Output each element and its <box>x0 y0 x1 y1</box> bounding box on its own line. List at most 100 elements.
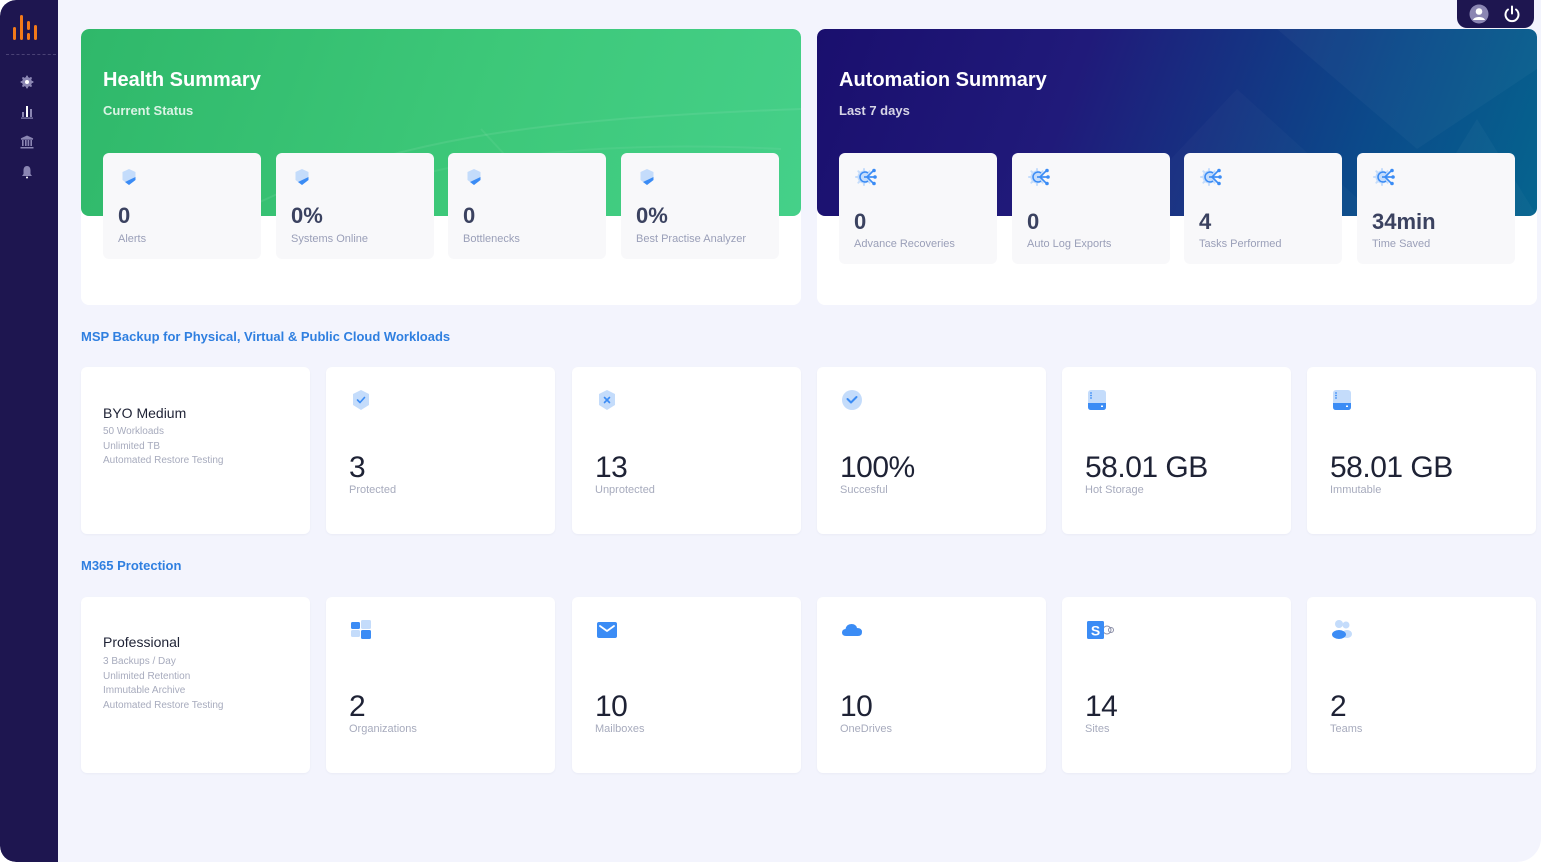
health-summary-title: Health Summary <box>103 69 261 91</box>
m365-section-title: M365 Protection <box>81 558 182 573</box>
automation-gear-icon <box>1200 168 1222 186</box>
stat-label: OneDrives <box>840 723 892 735</box>
stat-label: Sites <box>1085 723 1110 735</box>
stat-value: 0% <box>636 203 668 228</box>
stat-value: 34min <box>1372 209 1436 234</box>
stat-label: Protected <box>349 484 397 496</box>
app-frame: Health Summary Current Status 0 Alerts 0… <box>0 0 1541 862</box>
stat-label: Unprotected <box>595 484 655 496</box>
stat-label: Hot Storage <box>1085 484 1144 496</box>
shield-check-icon <box>353 390 369 410</box>
stat-label: Mailboxes <box>595 723 645 735</box>
health-summary-subtitle: Current Status <box>103 103 194 118</box>
plan-feature: 50 Workloads <box>103 426 164 437</box>
plan-features: 50 Workloads Unlimited TB Automated Rest… <box>103 425 223 469</box>
gear-icon <box>20 75 34 89</box>
plan-feature: Automated Restore Testing <box>103 699 224 711</box>
automation-summary-subtitle: Last 7 days <box>839 103 910 118</box>
sidebar-divider <box>6 54 56 55</box>
storage-drive-icon <box>1333 390 1351 410</box>
shield-icon <box>122 169 136 185</box>
health-stat-bottlenecks[interactable]: 0 Bottlenecks <box>448 153 606 259</box>
stat-value: 58.01 GB <box>1330 451 1453 484</box>
stat-label: Bottlenecks <box>463 233 520 245</box>
m365-plan-card[interactable]: Professional 3 Backups / Day Unlimited R… <box>81 597 310 773</box>
shield-icon <box>640 169 654 185</box>
msp-plan-card[interactable]: BYO Medium 50 Workloads Unlimited TB Aut… <box>81 367 310 534</box>
automation-stat-time-saved[interactable]: 34min Time Saved <box>1357 153 1515 264</box>
stat-value: 2 <box>1330 690 1347 723</box>
user-icon <box>1469 4 1489 24</box>
bank-icon <box>20 135 34 149</box>
user-controls <box>1457 0 1534 28</box>
stat-label: Systems Online <box>291 233 369 245</box>
automation-gear-icon <box>1028 168 1050 186</box>
sidebar-item-institution[interactable] <box>17 132 37 152</box>
stat-value: 2 <box>349 690 366 723</box>
stat-value: 0 <box>854 209 867 234</box>
sidebar-item-notifications[interactable] <box>17 162 37 182</box>
stat-value: 0 <box>118 203 131 228</box>
app-logo[interactable] <box>13 14 43 42</box>
svg-text:S: S <box>1091 623 1100 639</box>
stat-label: Succesful <box>840 484 888 496</box>
automation-stat-advance-recoveries[interactable]: 0 Advance Recoveries <box>839 153 997 264</box>
msp-stat-successful[interactable]: 100% Succesful <box>817 367 1046 534</box>
stat-value: 14 <box>1085 690 1118 723</box>
plan-features: 3 Backups / Day Unlimited Retention Immu… <box>103 655 223 713</box>
shield-icon <box>467 169 481 185</box>
msp-backup-section-title: MSP Backup for Physical, Virtual & Publi… <box>81 329 451 344</box>
shield-icon <box>295 169 309 185</box>
m365-stat-sites[interactable]: S 14 Sites <box>1062 597 1291 773</box>
stat-label: Auto Log Exports <box>1027 238 1112 250</box>
storage-drive-icon <box>1088 390 1106 410</box>
stat-value: 0 <box>1027 209 1040 234</box>
power-button[interactable] <box>1501 3 1523 25</box>
power-icon <box>1504 5 1520 23</box>
sidebar-item-settings[interactable] <box>17 72 37 92</box>
plan-feature: Automated Restore Testing <box>103 455 224 467</box>
plan-feature: Unlimited TB <box>103 440 161 452</box>
msp-stat-unprotected[interactable]: 13 Unprotected <box>572 367 801 534</box>
plan-name: BYO Medium <box>103 405 187 421</box>
plan-feature: Immutable Archive <box>103 685 186 697</box>
health-stat-best-practise[interactable]: 0% Best Practise Analyzer <box>621 153 779 259</box>
stat-value: 10 <box>595 690 628 723</box>
check-circle-icon <box>842 390 862 410</box>
automation-gear-icon <box>1373 168 1395 186</box>
mail-icon <box>597 622 617 638</box>
automation-stat-auto-log-exports[interactable]: 0 Auto Log Exports <box>1012 153 1170 264</box>
m365-stat-teams[interactable]: 2 Teams <box>1307 597 1536 773</box>
automation-stat-tasks-performed[interactable]: 4 Tasks Performed <box>1184 153 1342 264</box>
automation-summary-panel: Automation Summary Last 7 days 0 Advance… <box>817 29 1537 305</box>
plan-feature: Unlimited Retention <box>103 670 191 682</box>
msp-stat-hot-storage[interactable]: 58.01 GB Hot Storage <box>1062 367 1291 534</box>
m365-stat-mailboxes[interactable]: 10 Mailboxes <box>572 597 801 773</box>
stat-value: 100% <box>840 451 915 484</box>
shield-x-icon <box>599 390 615 410</box>
m365-stat-onedrives[interactable]: 10 OneDrives <box>817 597 1046 773</box>
msp-stat-immutable[interactable]: 58.01 GB Immutable <box>1307 367 1536 534</box>
teams-users-icon <box>1332 620 1352 639</box>
stat-label: Tasks Performed <box>1199 238 1282 250</box>
health-stat-systems-online[interactable]: 0% Systems Online <box>276 153 434 259</box>
sharepoint-icon: S <box>1087 621 1114 639</box>
cloud-icon <box>842 624 862 636</box>
stat-value: 10 <box>840 690 873 723</box>
m365-stat-organizations[interactable]: 2 Organizations <box>326 597 555 773</box>
plan-name: Professional <box>103 634 181 650</box>
automation-summary-title: Automation Summary <box>839 69 1047 91</box>
stat-value: 58.01 GB <box>1085 451 1208 484</box>
user-profile-button[interactable] <box>1468 3 1490 25</box>
stat-label: Time Saved <box>1372 238 1431 250</box>
stat-label: Organizations <box>349 723 417 735</box>
windows-icon <box>351 620 371 639</box>
stat-label: Immutable <box>1330 484 1382 496</box>
health-stat-alerts[interactable]: 0 Alerts <box>103 153 261 259</box>
stat-value: 13 <box>595 451 628 484</box>
msp-stat-protected[interactable]: 3 Protected <box>326 367 555 534</box>
plan-feature: 3 Backups / Day <box>103 656 176 667</box>
stat-label: Advance Recoveries <box>854 238 955 250</box>
stat-value: 4 <box>1199 209 1212 234</box>
sidebar-item-reports[interactable] <box>17 102 37 122</box>
